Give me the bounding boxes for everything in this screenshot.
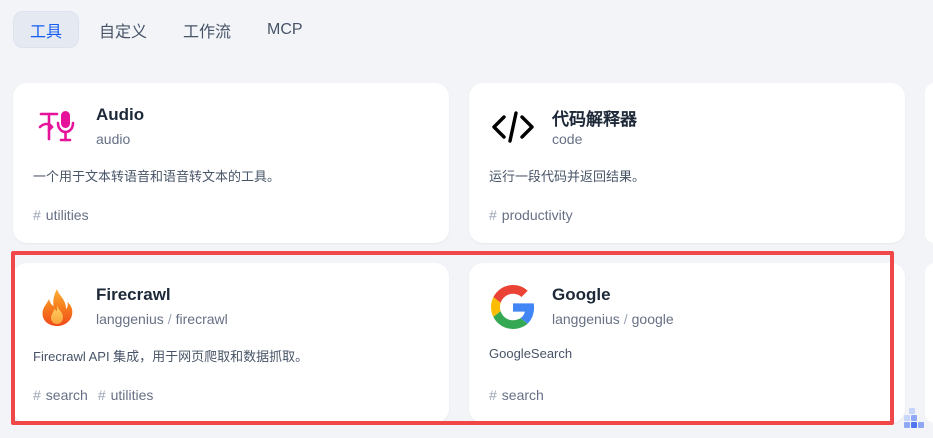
hash-icon: #	[33, 207, 41, 223]
card-subtitle: langgenius / google	[552, 311, 674, 327]
tag: # utilities	[97, 387, 154, 403]
card-tags: # search	[489, 387, 544, 403]
tab-workflow[interactable]: 工作流	[167, 11, 247, 48]
separator: /	[623, 311, 628, 327]
hash-icon: #	[489, 387, 497, 403]
tool-card-google[interactable]: Google langgenius / google GoogleSearch …	[469, 263, 905, 423]
card-title: Google	[552, 285, 611, 304]
card-subtitle: code	[552, 131, 582, 147]
card-author: langgenius	[552, 311, 620, 327]
audio-tts-icon	[33, 103, 81, 151]
card-author: langgenius	[96, 311, 164, 327]
grid-squares-icon	[903, 407, 925, 429]
card-slug: audio	[96, 131, 131, 147]
tool-card-code[interactable]: 代码解释器 code 运行一段代码并返回结果。 # productivity	[469, 83, 905, 243]
tool-card-firecrawl[interactable]: Firecrawl langgenius / firecrawl Firecra…	[13, 263, 449, 423]
card-subtitle: audio	[96, 131, 130, 147]
card-title: 代码解释器	[552, 110, 637, 129]
tag: # search	[489, 387, 544, 403]
card-slug: firecrawl	[175, 311, 228, 327]
tool-card-partial[interactable]	[925, 263, 933, 423]
card-subtitle: langgenius / firecrawl	[96, 311, 228, 327]
category-tabs: 工具 自定义 工作流 MCP	[13, 11, 319, 48]
card-tags: # productivity	[489, 207, 573, 223]
card-slug: code	[552, 131, 583, 147]
hash-icon: #	[489, 207, 497, 223]
hash-icon: #	[97, 387, 106, 403]
tab-mcp[interactable]: MCP	[251, 11, 319, 48]
card-slug: google	[631, 311, 674, 327]
google-logo-icon	[489, 283, 537, 331]
card-description: 一个用于文本转语音和语音转文本的工具。	[33, 169, 281, 184]
card-tags: # utilities	[33, 207, 89, 223]
tag: # utilities	[33, 207, 89, 223]
firecrawl-flame-icon	[33, 283, 81, 331]
card-description: 运行一段代码并返回结果。	[489, 169, 646, 184]
tool-card-partial[interactable]	[925, 83, 933, 243]
tool-card-audio[interactable]: Audio audio 一个用于文本转语音和语音转文本的工具。 # utiliti…	[13, 83, 449, 243]
tag: # search	[33, 387, 88, 403]
card-description: GoogleSearch	[489, 346, 573, 361]
card-description: Firecrawl API 集成，用于网页爬取和数据抓取。	[33, 349, 309, 364]
tab-tools[interactable]: 工具	[13, 11, 80, 48]
tab-custom[interactable]: 自定义	[83, 11, 163, 48]
card-title: Firecrawl	[96, 285, 171, 304]
card-title: Audio	[96, 105, 145, 124]
code-brackets-icon	[489, 103, 537, 151]
hash-icon: #	[33, 387, 41, 403]
card-tags: # search # utilities	[33, 387, 153, 403]
tag: # productivity	[489, 207, 573, 223]
separator: /	[167, 311, 172, 327]
